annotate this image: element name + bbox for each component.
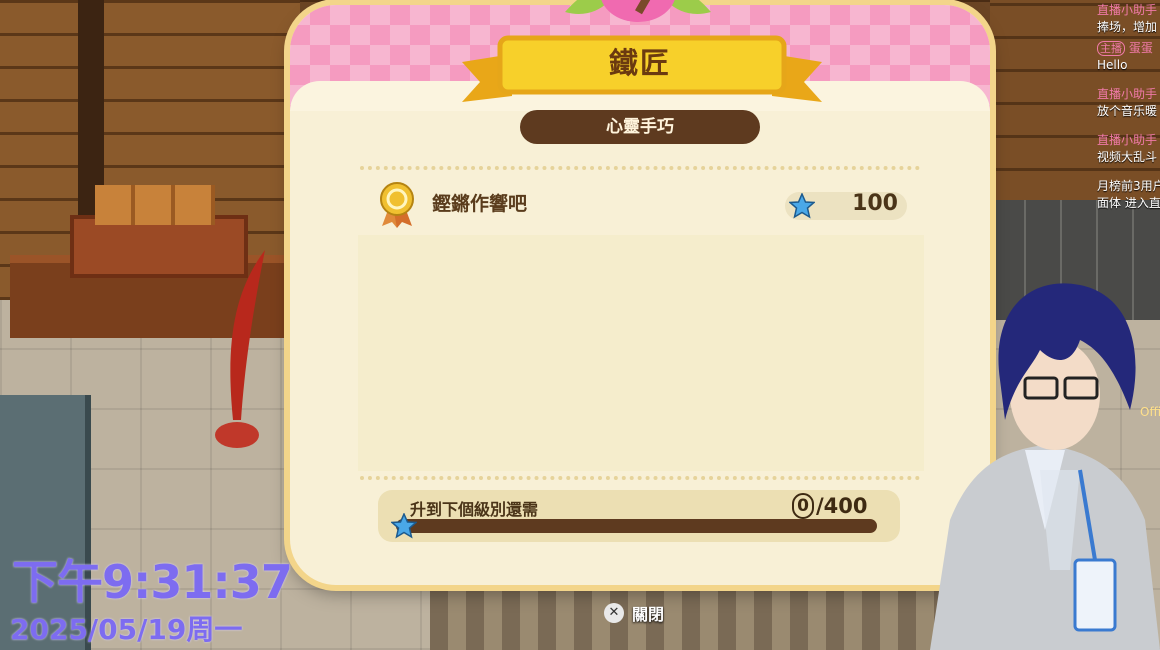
divider-top (360, 166, 920, 170)
cross-icon: ✕ (604, 603, 624, 623)
chat-user: 直播小助手 (1097, 87, 1158, 101)
skill-subtitle: 心靈手巧 (520, 110, 760, 144)
quill-pen-icon (215, 250, 265, 448)
chat-user-line: 主播 蛋蛋 (1097, 40, 1160, 57)
dialog-title: 鐵匠 (608, 46, 671, 80)
medal-icon (380, 182, 414, 228)
chat-user: 直播小助手 (1097, 3, 1158, 17)
chat-text: 面体 进入直 (1097, 196, 1160, 210)
empty-content-area (358, 235, 924, 471)
progress-track (396, 519, 877, 533)
vtuber-avatar (930, 283, 1160, 650)
host-tag: 主播 (1097, 41, 1125, 56)
progress-label: 升到下個級別還需 (410, 500, 539, 519)
chat-user: 蛋蛋 (1128, 41, 1153, 55)
stream-clock-time: 下午9:31:37 (12, 555, 293, 609)
chat-message: 直播小助手 捧场，增加 (1097, 2, 1160, 36)
chat-message: 月榜前3用户 面体 进入直 (1097, 178, 1160, 212)
close-button[interactable]: ✕ 關閉 (604, 601, 664, 625)
close-label: 關閉 (632, 605, 665, 624)
corner-text: Offi (1140, 405, 1160, 419)
chat-message: 主播 蛋蛋 Hello (1097, 40, 1160, 74)
divider-bottom (360, 476, 920, 480)
progress-count: 0 /400 (792, 493, 868, 519)
chat-user: 直播小助手 (1097, 133, 1158, 147)
points-value: 100 (852, 191, 898, 216)
chat-message: 直播小助手 视频大乱斗 (1097, 132, 1160, 166)
stream-clock-date: 2025/05/19周一 (10, 613, 243, 646)
chat-text: 放个音乐暖 (1097, 104, 1158, 118)
chat-text: 视频大乱斗 (1097, 150, 1158, 164)
chat-text: 月榜前3用户 (1097, 179, 1160, 193)
stone-pillar (0, 395, 91, 650)
live-chat-panel: 直播小助手 捧场，增加 主播 蛋蛋 Hello 直播小助手 放个音乐暖 直播小助… (1097, 0, 1160, 250)
chat-message: 直播小助手 放个音乐暖 (1097, 86, 1160, 120)
gold-ingots (95, 185, 215, 225)
reward-label: 鏗鏘作響吧 (432, 193, 528, 215)
patterned-rug (430, 590, 990, 650)
star-icon (789, 193, 815, 219)
chat-text: Hello (1097, 58, 1128, 72)
hammer-emblem-icon (565, 0, 711, 22)
progress-total: /400 (816, 494, 868, 518)
chat-text: 捧场，增加 (1097, 20, 1158, 34)
progress-star-icon (391, 513, 417, 539)
progress-current: 0 (792, 493, 814, 519)
